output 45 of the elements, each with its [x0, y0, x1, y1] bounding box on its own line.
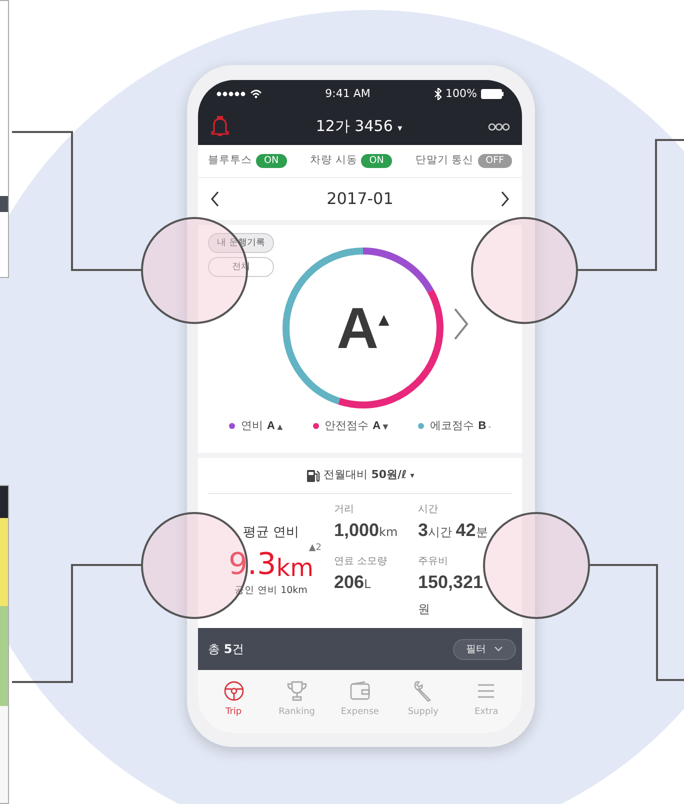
trip-count: 총 5건 [208, 641, 244, 658]
stat-label: 연료 소모량 [334, 554, 388, 568]
average-change: ▲2 [308, 542, 322, 556]
bluetooth-icon [434, 88, 442, 100]
status-toggle[interactable]: ON [256, 154, 287, 168]
chevron-right-icon [500, 190, 510, 207]
fuel-pump-icon [306, 468, 320, 482]
status-toggle[interactable]: OFF [478, 154, 512, 168]
status-toggle[interactable]: ON [361, 154, 392, 168]
grade-trend: ▲ [378, 310, 390, 330]
stat-label: 시간 [418, 502, 439, 516]
toggle-label: 블루투스 [208, 153, 252, 168]
average-label: 평균 연비 [242, 524, 300, 542]
average-unit: km [276, 556, 314, 580]
more-icon[interactable] [488, 122, 510, 130]
tab-button[interactable]: Trip [204, 680, 264, 720]
tab-button[interactable]: Extra [456, 680, 516, 720]
month-label: 2017-01 [326, 188, 394, 210]
battery-icon [480, 89, 504, 99]
battery-percent: 100% [446, 86, 477, 102]
steering-wheel-icon [222, 680, 245, 702]
toggle-label: 단말기 통신 [415, 153, 474, 168]
vehicle-selector[interactable]: 12가 3456 ▾ [314, 114, 404, 139]
tab-button[interactable]: Expense [330, 680, 390, 720]
overall-grade: A [336, 294, 379, 362]
fuel-price-change[interactable]: 전월대비 50원/ℓ ▾ [324, 467, 414, 484]
chevron-left-icon [210, 190, 220, 207]
signal-icon [216, 90, 246, 98]
bell-icon[interactable] [210, 116, 230, 137]
toggle-label: 차량 시동 [310, 153, 358, 168]
status-time: 9:41 AM [325, 86, 370, 102]
stat-value: 1,000km [334, 518, 399, 542]
wallet-icon [348, 680, 371, 702]
wifi-icon [250, 89, 262, 99]
filter-dropdown[interactable]: 필터 [453, 638, 516, 660]
stat-value: 3시간 42분 [418, 518, 489, 542]
stat-value: 150,321 원 [418, 570, 484, 618]
trophy-icon [286, 680, 308, 702]
stat-label: 주유비 [418, 554, 449, 568]
caret-icon [494, 646, 503, 652]
tab-button[interactable]: Supply [393, 680, 454, 720]
tab-button[interactable]: Ranking [266, 680, 327, 720]
stat-value: 206L [334, 570, 372, 594]
chevron-right-icon [453, 308, 469, 340]
stat-label: 거리 [334, 502, 355, 516]
